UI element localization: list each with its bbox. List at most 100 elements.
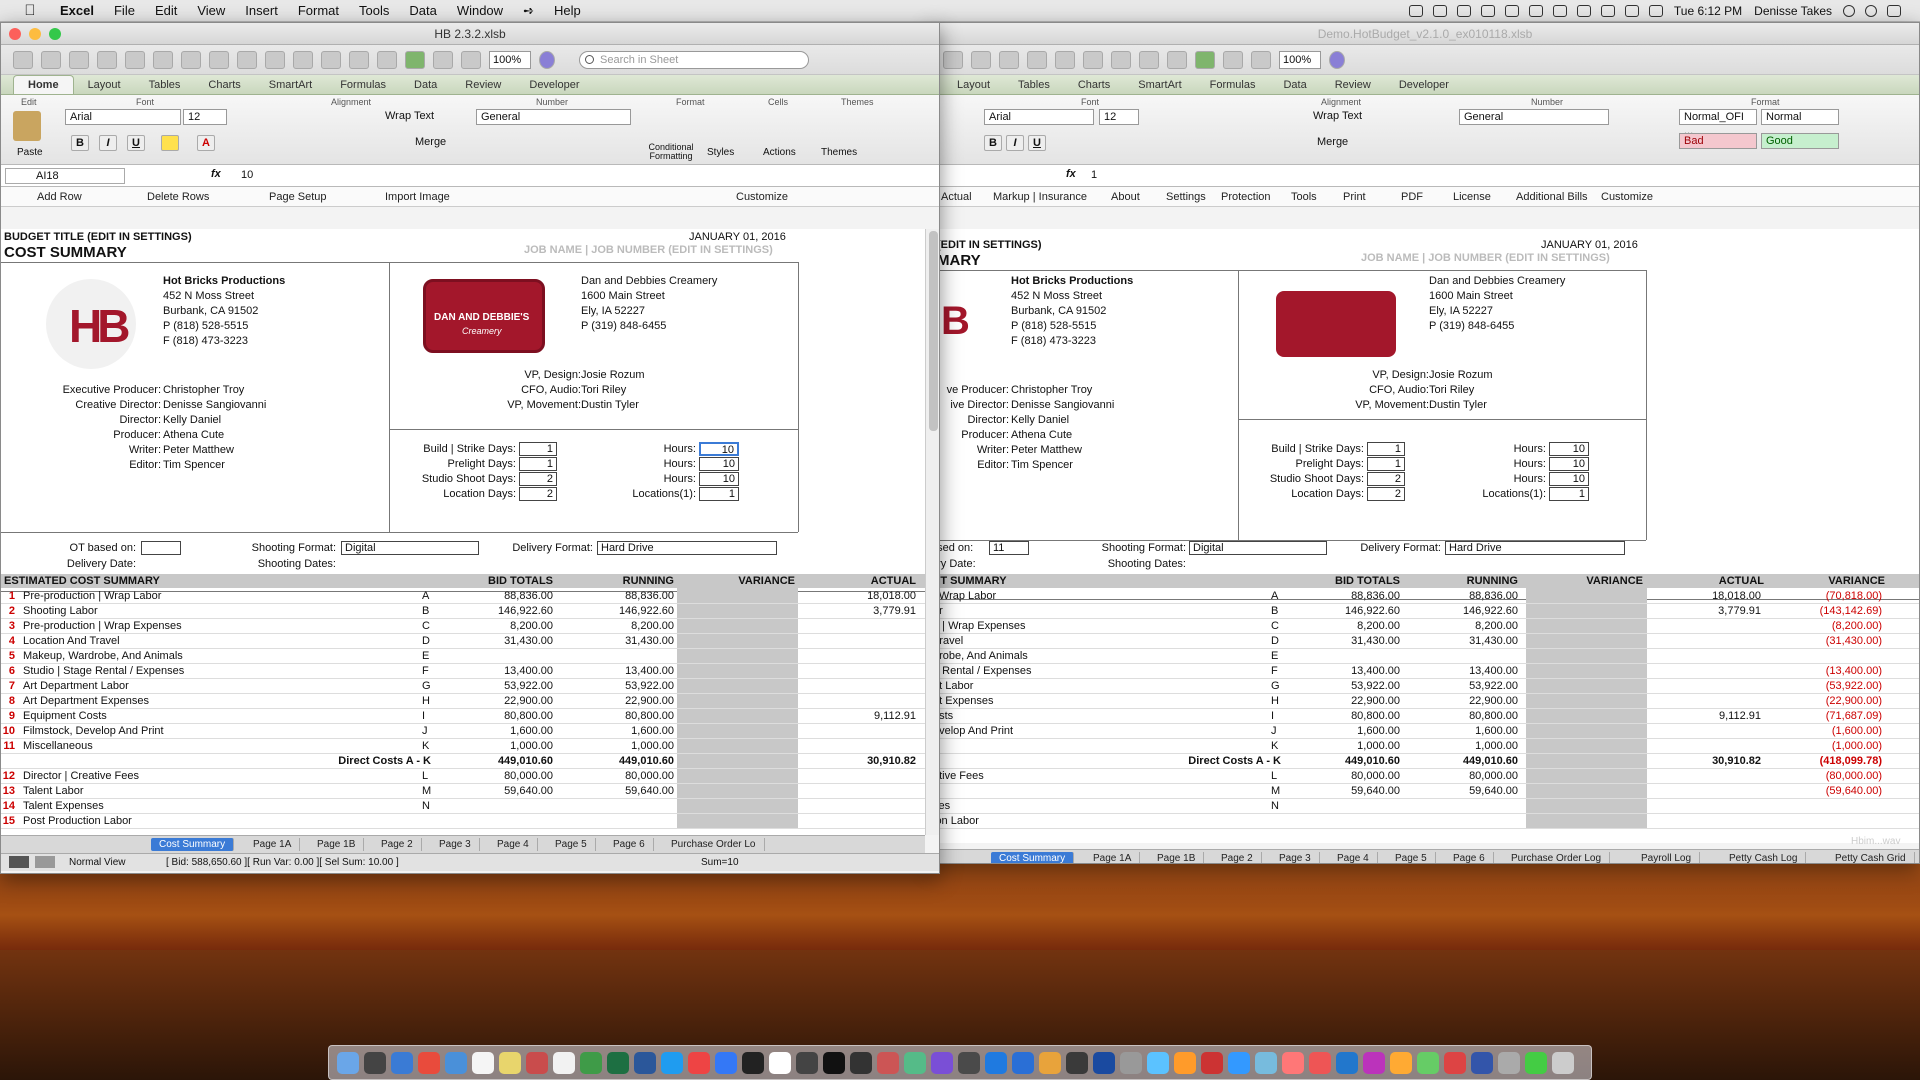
bid-total-cell[interactable]: 1,000.00 [439, 740, 553, 752]
hours-input[interactable]: 10 [1549, 442, 1589, 456]
formula-input[interactable]: 10 [241, 169, 253, 181]
dock-app-icon[interactable] [1471, 1052, 1493, 1074]
command-10[interactable]: Customize [1601, 191, 1653, 203]
wifi-icon[interactable] [1624, 5, 1639, 17]
dock-app-icon[interactable] [1552, 1052, 1574, 1074]
tab-formulas[interactable]: Formulas [326, 76, 400, 94]
sheet-tab[interactable]: Page 5 [1387, 852, 1436, 863]
tab-review[interactable]: Review [1321, 76, 1385, 94]
variance-cell[interactable]: (22,900.00) [1765, 695, 1882, 707]
dock-app-icon[interactable] [1525, 1052, 1547, 1074]
bid-total-cell[interactable]: 80,000.00 [439, 770, 553, 782]
dock-app-icon[interactable] [391, 1052, 413, 1074]
notification-center-icon[interactable] [1887, 5, 1901, 17]
zoom-field[interactable]: 100% [489, 50, 531, 69]
sheet-tab[interactable]: Page 6 [605, 838, 654, 851]
variance-cell[interactable]: (1,000.00) [1765, 740, 1882, 752]
running-cell[interactable]: 1,600.00 [1404, 725, 1518, 737]
paste-big-icon[interactable] [13, 111, 41, 141]
bid-total-cell[interactable]: 1,600.00 [1286, 725, 1400, 737]
menu-app-name[interactable]: Excel [60, 3, 94, 18]
mail-icon[interactable] [1456, 5, 1471, 17]
bid-total-cell[interactable]: 53,922.00 [439, 680, 553, 692]
command-4[interactable]: Protection [1221, 191, 1271, 203]
conditional-formatting-button[interactable]: Conditional Formatting [641, 143, 701, 161]
variance-cell[interactable]: (418,099.78) [1765, 755, 1882, 767]
sheet-tab[interactable]: Purchase Order Lo [663, 838, 765, 851]
bid-total-cell[interactable]: 88,836.00 [1286, 590, 1400, 602]
creative-cloud-icon[interactable] [1432, 5, 1447, 17]
actual-cell[interactable]: 30,910.82 [1644, 755, 1761, 767]
variance-cell[interactable]: (143,142.69) [1765, 605, 1882, 617]
dock-app-icon[interactable] [985, 1052, 1007, 1074]
tab-formulas[interactable]: Formulas [1196, 76, 1270, 94]
running-cell[interactable]: 8,200.00 [556, 620, 674, 632]
running-cell[interactable]: 53,922.00 [1404, 680, 1518, 692]
bid-total-cell[interactable]: 13,400.00 [1286, 665, 1400, 677]
running-cell[interactable]: 80,800.00 [1404, 710, 1518, 722]
formula-builder-icon[interactable] [405, 50, 425, 69]
running-cell[interactable]: 31,430.00 [1404, 635, 1518, 647]
running-cell[interactable]: 1,600.00 [556, 725, 674, 737]
hours-input[interactable]: 10 [1549, 472, 1589, 486]
display-icon[interactable] [1600, 5, 1615, 17]
underline-button[interactable]: U [1028, 135, 1046, 151]
dock-app-icon[interactable] [688, 1052, 710, 1074]
new-workbook-icon[interactable] [13, 50, 33, 69]
command-3[interactable]: Settings [1166, 191, 1206, 203]
actual-cell[interactable]: 3,779.91 [798, 605, 916, 617]
normal-view-icon[interactable] [9, 856, 29, 868]
command-9[interactable]: Additional Bills [1516, 191, 1588, 203]
font-size-select[interactable]: 12 [183, 109, 227, 125]
worksheet[interactable]: BUDGET TITLE (EDIT IN SETTINGS) COST SUM… [1, 229, 925, 843]
menu-window[interactable]: Window [457, 3, 503, 18]
menu-edit[interactable]: Edit [155, 3, 177, 18]
dock-app-icon[interactable] [337, 1052, 359, 1074]
dock-app-icon[interactable] [445, 1052, 467, 1074]
dock-app-icon[interactable] [850, 1052, 872, 1074]
themes-button[interactable]: Themes [821, 147, 857, 158]
filter-icon[interactable] [1167, 50, 1187, 69]
time-machine-icon[interactable] [1504, 5, 1519, 17]
sheet-tab[interactable]: Page 1A [245, 838, 301, 851]
sheet-tab[interactable]: Page 3 [1271, 852, 1320, 863]
bid-total-cell[interactable]: 53,922.00 [1286, 680, 1400, 692]
bid-total-cell[interactable]: 59,640.00 [1286, 785, 1400, 797]
dock-app-icon[interactable] [1498, 1052, 1520, 1074]
toolbox-icon[interactable] [1251, 50, 1271, 69]
running-cell[interactable]: 8,200.00 [1404, 620, 1518, 632]
tab-data[interactable]: Data [400, 76, 451, 94]
bid-total-cell[interactable]: 449,010.60 [439, 755, 553, 767]
help-icon[interactable] [1329, 50, 1345, 69]
running-cell[interactable]: 22,900.00 [1404, 695, 1518, 707]
running-cell[interactable]: 13,400.00 [1404, 665, 1518, 677]
sheet-tab[interactable]: Page 1B [309, 838, 365, 851]
running-cell[interactable]: 59,640.00 [1404, 785, 1518, 797]
bid-total-cell[interactable]: 22,900.00 [439, 695, 553, 707]
style-bad[interactable]: Bad [1679, 133, 1757, 149]
filter-icon[interactable] [377, 50, 397, 69]
shooting-format-input[interactable]: Digital [341, 541, 479, 555]
dock-app-icon[interactable] [526, 1052, 548, 1074]
tab-smartart[interactable]: SmartArt [1124, 76, 1195, 94]
dock-app-icon[interactable] [1363, 1052, 1385, 1074]
italic-button[interactable]: I [1006, 135, 1024, 151]
days-input[interactable]: 1 [1367, 442, 1405, 456]
minimize-icon[interactable] [29, 28, 41, 40]
copy-icon[interactable] [999, 50, 1019, 69]
paste-icon[interactable] [1027, 50, 1047, 69]
dock-app-icon[interactable] [1336, 1052, 1358, 1074]
dock-app-icon[interactable] [1012, 1052, 1034, 1074]
running-cell[interactable]: 31,430.00 [556, 635, 674, 647]
bid-total-cell[interactable]: 1,000.00 [1286, 740, 1400, 752]
close-icon[interactable] [9, 28, 21, 40]
running-cell[interactable]: 53,922.00 [556, 680, 674, 692]
dock-app-icon[interactable] [580, 1052, 602, 1074]
menu-format[interactable]: Format [298, 3, 339, 18]
variance-cell[interactable]: (59,640.00) [1765, 785, 1882, 797]
running-cell[interactable]: 59,640.00 [556, 785, 674, 797]
dock-app-icon[interactable] [877, 1052, 899, 1074]
running-cell[interactable]: 80,000.00 [556, 770, 674, 782]
days-input[interactable]: 2 [519, 487, 557, 501]
sheet-tab[interactable]: Page 4 [1329, 852, 1378, 863]
